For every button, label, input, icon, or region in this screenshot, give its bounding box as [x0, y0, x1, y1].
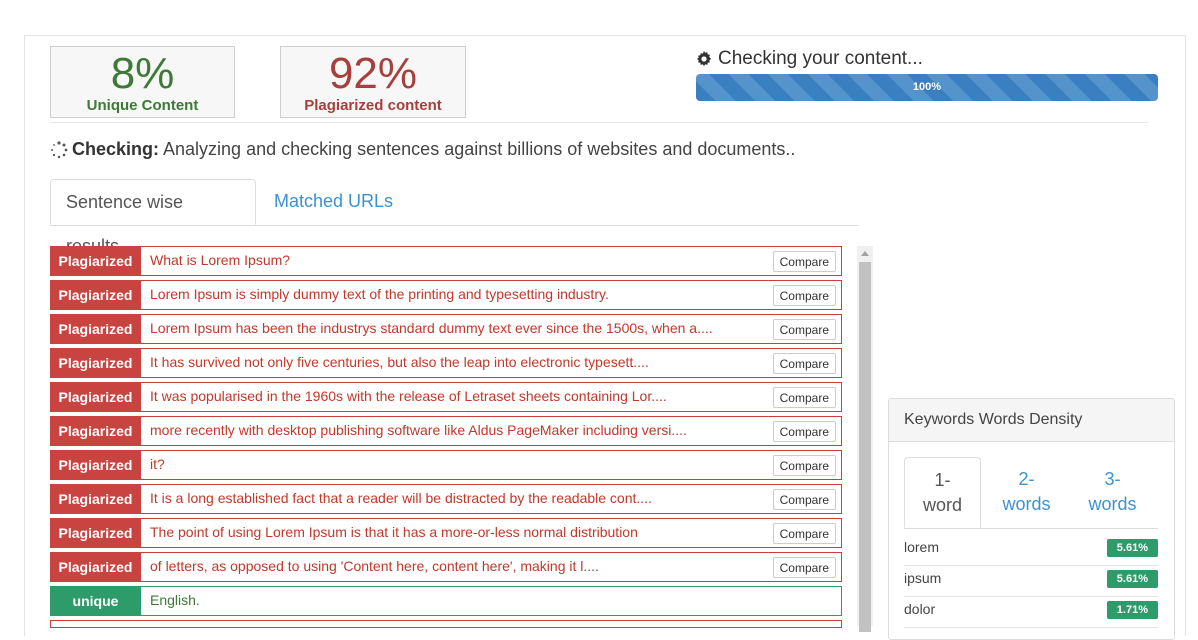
sentence-text: Lorem Ipsum is simply dummy text of the … — [150, 286, 609, 302]
result-row: Plagiarized What is Lorem Ipsum? Compare — [50, 245, 842, 276]
tab-1-word-line2: word — [922, 495, 962, 515]
result-row: unique English. — [50, 585, 842, 616]
compare-button[interactable]: Compare — [772, 319, 836, 340]
sentence-text: of letters, as opposed to using 'Content… — [150, 558, 599, 574]
result-row: Plagiarized of letters, as opposed to usi… — [50, 551, 842, 582]
plagiarized-badge: Plagiarized — [50, 551, 141, 582]
results-scrollbar[interactable] — [857, 246, 873, 632]
result-row: Plagiarized It is a long established fact… — [50, 483, 842, 514]
result-row: Plagiarized It has survived not only five… — [50, 347, 842, 378]
results-list: Plagiarized What is Lorem Ipsum? Compare Pl… — [50, 245, 842, 632]
tab-2-words[interactable]: 2- words — [988, 457, 1065, 528]
tab-2-words-line2: words — [1002, 494, 1051, 514]
compare-button[interactable]: Compare — [772, 489, 836, 510]
compare-button[interactable]: Compare — [772, 353, 836, 374]
compare-button[interactable]: Compare — [772, 455, 836, 476]
sentence-text: The point of using Lorem Ipsum is that i… — [150, 524, 638, 540]
keyword-density-badge: 5.61% — [1106, 570, 1158, 588]
compare-button[interactable]: Compare — [772, 251, 836, 272]
plagiarized-label: Plagiarized content — [304, 97, 442, 114]
result-row — [50, 620, 842, 628]
progress-bar: 100% — [696, 74, 1158, 101]
keywords-density-title: Keywords Words Density — [889, 399, 1174, 442]
checking-text: Analyzing and checking sentences against… — [163, 139, 796, 159]
unique-label: Unique Content — [86, 97, 199, 114]
keyword-density-badge: 5.61% — [1106, 539, 1158, 557]
keyword-row: lorem 5.61% — [904, 535, 1158, 566]
compare-button[interactable]: Compare — [772, 523, 836, 544]
tab-3-words-line1: 3- — [1104, 469, 1121, 489]
unique-content-score: 8% Unique Content — [50, 46, 235, 118]
result-row: Plagiarized It was popularised in the 196… — [50, 381, 842, 412]
keyword-row: ipsum 5.61% — [904, 566, 1158, 597]
plagiarized-badge: Plagiarized — [50, 347, 141, 378]
sentence-text: Lorem Ipsum has been the industrys stand… — [150, 320, 713, 336]
compare-button[interactable]: Compare — [772, 285, 836, 306]
compare-button[interactable]: Compare — [772, 421, 836, 442]
gear-icon — [696, 51, 712, 67]
keywords-tabs: 1- word 2- words 3- words — [904, 457, 1158, 529]
plagiarized-badge: Plagiarized — [50, 279, 141, 310]
keywords-density-panel: Keywords Words Density 1- word 2- words … — [888, 398, 1175, 640]
plagiarized-percent: 92% — [328, 49, 418, 98]
tab-3-words-line2: words — [1088, 494, 1137, 514]
result-row: Plagiarized more recently with desktop pu… — [50, 415, 842, 446]
results-tabs: Sentence wise results Matched URLs — [50, 179, 858, 256]
checking-label: Checking: — [72, 139, 160, 159]
sentence-text: It has survived not only five centuries,… — [150, 354, 649, 370]
sentence-text: it? — [150, 456, 165, 472]
tab-1-word[interactable]: 1- word — [904, 457, 981, 528]
tab-2-words-line1: 2- — [1018, 469, 1035, 489]
keyword-word: lorem — [904, 539, 940, 555]
tab-sentence-wise-results[interactable]: Sentence wise results — [50, 179, 256, 256]
spinner-icon — [51, 140, 68, 158]
plagiarized-badge: Plagiarized — [50, 517, 141, 548]
scrollbar-thumb[interactable] — [859, 262, 871, 632]
result-row: Plagiarized it? Compare — [50, 449, 842, 480]
result-row: Plagiarized Lorem Ipsum has been the indu… — [50, 313, 842, 344]
scroll-up-arrow-icon[interactable] — [861, 251, 869, 256]
divider — [50, 122, 1148, 123]
sentence-text: It was popularised in the 1960s with the… — [150, 388, 667, 404]
plagiarized-badge: Plagiarized — [50, 415, 141, 446]
keyword-word: dolor — [904, 601, 936, 617]
plagiarized-content-score: 92% Plagiarized content — [280, 46, 466, 118]
unique-percent: 8% — [110, 49, 175, 98]
sentence-text: more recently with desktop publishing so… — [150, 422, 687, 438]
plagiarized-badge: Plagiarized — [50, 381, 141, 412]
keyword-word: ipsum — [904, 570, 942, 586]
plagiarized-badge: Plagiarized — [50, 483, 141, 514]
keywords-list: lorem 5.61% ipsum 5.61% dolor 1.71% — [904, 535, 1158, 628]
keyword-row: dolor 1.71% — [904, 597, 1158, 628]
tab-matched-urls[interactable]: Matched URLs — [259, 179, 408, 225]
checking-title-text: Checking your content... — [718, 48, 923, 69]
plagiarized-badge: Plagiarized — [50, 449, 141, 480]
compare-button[interactable]: Compare — [772, 387, 836, 408]
tab-3-words[interactable]: 3- words — [1074, 457, 1151, 528]
plagiarized-badge: Plagiarized — [50, 313, 141, 344]
tab-1-word-line1: 1- — [934, 470, 951, 490]
progress-label: 100% — [912, 81, 942, 93]
result-row: Plagiarized Lorem Ipsum is simply dummy t… — [50, 279, 842, 310]
result-row: Plagiarized The point of using Lorem Ipsu… — [50, 517, 842, 548]
checking-title: Checking your content... — [696, 48, 923, 70]
sentence-text: English. — [150, 592, 200, 608]
checking-status: Checking: Analyzing and checking sentenc… — [50, 139, 795, 160]
plagiarized-badge: Plagiarized — [50, 245, 141, 276]
compare-button[interactable]: Compare — [772, 557, 836, 578]
keyword-density-badge: 1.71% — [1106, 601, 1158, 619]
sentence-text: It is a long established fact that a rea… — [150, 490, 652, 506]
unique-badge: unique — [50, 585, 141, 616]
sentence-text: What is Lorem Ipsum? — [150, 252, 291, 268]
